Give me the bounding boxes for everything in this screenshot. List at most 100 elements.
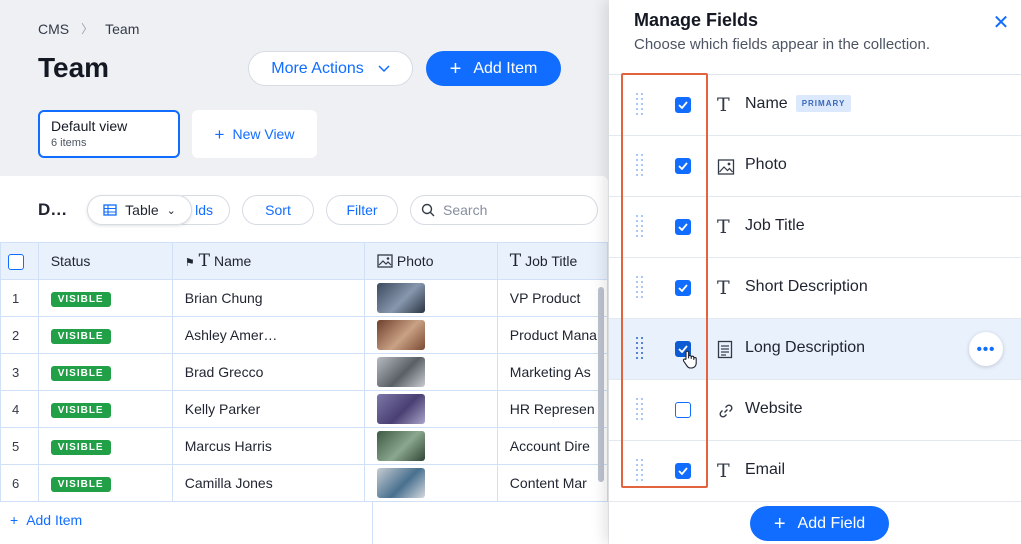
add-item-row[interactable]: + Add Item	[10, 512, 82, 528]
plus-icon: +	[10, 512, 19, 528]
text-type-icon: T	[717, 94, 730, 116]
photo-cell[interactable]	[363, 464, 498, 502]
name-cell[interactable]: Camilla Jones	[171, 464, 365, 502]
plus-icon: +	[214, 124, 225, 144]
more-options-icon[interactable]: •••	[969, 332, 1003, 366]
more-actions-button[interactable]: More Actions	[248, 51, 413, 86]
row-number: 5	[0, 427, 39, 465]
text-type-icon: T	[717, 277, 730, 299]
job-title-cell[interactable]: Content Mar	[496, 464, 608, 502]
sort-button[interactable]: Sort	[242, 195, 314, 225]
table-layout-label: Table	[125, 202, 159, 218]
plus-icon: +	[773, 512, 786, 535]
search-placeholder: Search	[443, 202, 488, 218]
new-view-label: New View	[232, 126, 295, 142]
view-default-count: 6 items	[51, 137, 87, 149]
text-type-icon: T	[717, 216, 730, 238]
job-title-cell[interactable]: Account Dire	[496, 427, 608, 465]
column-header-job-title[interactable]: T Job Title	[496, 242, 608, 280]
text-type-icon: T	[717, 460, 730, 482]
add-field-label: Add Field	[797, 514, 866, 532]
status-cell[interactable]: VISIBLE	[37, 279, 173, 317]
table-layout-dropdown[interactable]: Table ⌄	[87, 195, 192, 225]
photo-cell[interactable]	[363, 316, 498, 354]
table-row[interactable]: 6 VISIBLE Camilla Jones Content Mar	[0, 464, 608, 502]
text-type-icon: T	[198, 251, 210, 271]
status-badge: VISIBLE	[50, 329, 111, 344]
photo-cell[interactable]	[363, 427, 498, 465]
select-all-cell[interactable]	[0, 242, 39, 280]
status-cell[interactable]: VISIBLE	[37, 353, 173, 391]
row-number: 1	[0, 279, 39, 317]
status-cell[interactable]: VISIBLE	[37, 464, 173, 502]
field-name: Job Title	[745, 217, 805, 234]
photo-cell[interactable]	[363, 279, 498, 317]
chevron-down-icon	[378, 64, 390, 72]
plus-icon: +	[449, 57, 462, 80]
column-header-status[interactable]: Status	[37, 242, 173, 280]
view-default[interactable]: Default view 6 items	[38, 110, 180, 158]
close-icon[interactable]: ✕	[990, 11, 1012, 34]
add-item-button[interactable]: + Add Item	[426, 51, 561, 86]
photo-cell[interactable]	[363, 353, 498, 391]
table-row[interactable]: 2 VISIBLE Ashley Amer… Product Mana	[0, 316, 608, 354]
chevron-down-icon: ⌄	[166, 204, 176, 217]
search-input[interactable]: Search	[410, 195, 598, 225]
new-view-button[interactable]: + New View	[192, 110, 317, 158]
page-title: Team	[38, 52, 110, 83]
flag-icon: ⚑	[184, 257, 195, 269]
add-item-row-label: Add Item	[26, 512, 83, 528]
status-badge: VISIBLE	[50, 440, 111, 455]
table-row[interactable]: 5 VISIBLE Marcus Harris Account Dire	[0, 427, 608, 465]
status-cell[interactable]: VISIBLE	[37, 427, 173, 465]
table-card: D… lds Table ⌄ Sort Filter Search Status	[0, 176, 608, 544]
filter-button[interactable]: Filter	[326, 195, 398, 225]
manage-fields-panel: Manage Fields Choose which fields appear…	[609, 0, 1021, 544]
status-header-label: Status	[50, 253, 91, 269]
breadcrumb-current: Team	[105, 20, 140, 37]
table-icon	[103, 204, 117, 216]
name-cell[interactable]: Brian Chung	[171, 279, 365, 317]
field-name: Email	[745, 461, 786, 478]
job-title-header-label: Job Title	[525, 253, 578, 269]
search-icon	[421, 203, 435, 217]
select-all-checkbox[interactable]	[8, 253, 24, 270]
status-cell[interactable]: VISIBLE	[37, 316, 173, 354]
checkbox-highlight-frame	[621, 73, 708, 488]
panel-title: Manage Fields	[634, 10, 759, 30]
photo-thumbnail	[376, 357, 425, 387]
status-badge: VISIBLE	[50, 366, 111, 381]
table-scrollbar[interactable]	[598, 287, 604, 482]
table-row[interactable]: 1 VISIBLE Brian Chung VP Product	[0, 279, 608, 317]
more-actions-label: More Actions	[271, 59, 364, 77]
field-name: Short Description	[745, 278, 868, 295]
breadcrumb: CMS 〉 Team	[38, 20, 139, 37]
field-name-label: Name	[745, 95, 788, 112]
job-title-cell[interactable]: Marketing As	[496, 353, 608, 391]
text-type-icon: T	[509, 251, 522, 271]
job-title-cell[interactable]: Product Mana	[496, 316, 608, 354]
photo-cell[interactable]	[363, 390, 498, 428]
row-number: 4	[0, 390, 39, 428]
table-header-row: Status ⚑ T Name Photo T Job Title	[0, 242, 608, 280]
items-table: Status ⚑ T Name Photo T Job Title 1 VISIBLE…	[0, 242, 608, 502]
status-cell[interactable]: VISIBLE	[37, 390, 173, 428]
name-cell[interactable]: Brad Grecco	[171, 353, 365, 391]
name-cell[interactable]: Kelly Parker	[171, 390, 365, 428]
add-field-button[interactable]: + Add Field	[750, 506, 889, 541]
name-cell[interactable]: Marcus Harris	[171, 427, 365, 465]
breadcrumb-root[interactable]: CMS	[38, 21, 69, 37]
job-title-cell[interactable]: HR Represen	[496, 390, 608, 428]
table-row[interactable]: 3 VISIBLE Brad Grecco Marketing As	[0, 353, 608, 391]
table-row[interactable]: 4 VISIBLE Kelly Parker HR Represen	[0, 390, 608, 428]
name-cell[interactable]: Ashley Amer…	[171, 316, 365, 354]
photo-thumbnail	[376, 394, 425, 424]
column-header-name[interactable]: ⚑ T Name	[171, 242, 365, 280]
job-title-cell[interactable]: VP Product	[496, 279, 608, 317]
collection-title: D…	[38, 200, 68, 219]
cms-main: CMS 〉 Team Team More Actions + Add Item …	[0, 0, 610, 544]
status-badge: VISIBLE	[50, 477, 111, 492]
column-header-photo[interactable]: Photo	[363, 242, 498, 280]
filter-label: Filter	[346, 202, 378, 218]
field-name: Name PRIMARY	[745, 95, 852, 113]
